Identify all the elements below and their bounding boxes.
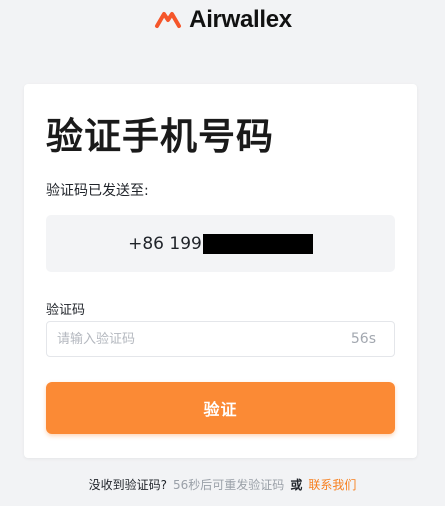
phone-prefix: +86 199 xyxy=(128,233,202,254)
page-title: 验证手机号码 xyxy=(46,115,274,158)
header: Airwallex xyxy=(0,0,445,40)
verification-card: 验证手机号码 验证码已发送至: +86 199 验证码 56s 验证 xyxy=(24,84,417,458)
code-label: 验证码 xyxy=(46,303,86,318)
phone-redaction xyxy=(202,233,313,254)
footer: 没收到验证码? 56秒后可重发验证码或联系我们 xyxy=(0,476,445,493)
verify-button[interactable]: 验证 xyxy=(46,382,395,434)
resend-hint: 56秒后可重发验证码 xyxy=(173,478,285,492)
code-field: 56s xyxy=(46,321,395,357)
or-text: 或 xyxy=(290,478,303,492)
contact-us-link[interactable]: 联系我们 xyxy=(308,478,356,492)
not-received-text: 没收到验证码? xyxy=(88,478,168,492)
brand-logo[interactable]: Airwallex xyxy=(153,6,292,34)
resend-countdown: 56s xyxy=(350,331,376,347)
airwallex-logo-icon xyxy=(155,12,182,28)
sent-to-label: 验证码已发送至: xyxy=(46,183,149,199)
brand-name: Airwallex xyxy=(189,6,292,33)
code-input[interactable] xyxy=(47,330,351,348)
phone-number-display: +86 199 xyxy=(46,215,395,272)
